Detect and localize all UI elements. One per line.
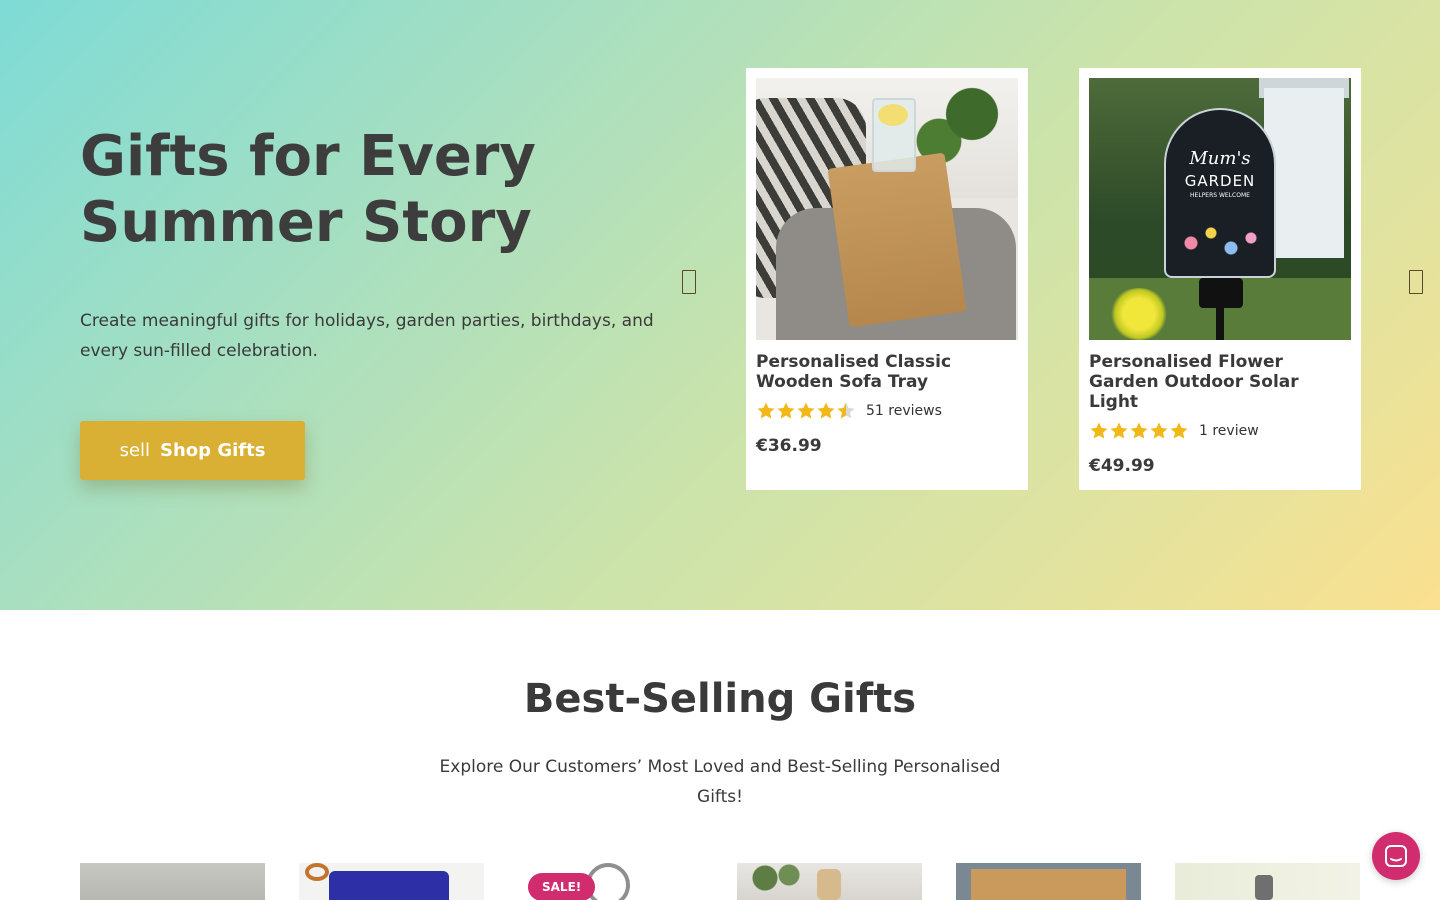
product-price: €36.99 <box>756 436 822 456</box>
product-thumbnail[interactable] <box>80 863 265 900</box>
star-icon <box>1149 421 1169 441</box>
carousel-prev-button[interactable] <box>675 264 703 300</box>
star-icon <box>816 401 836 421</box>
star-icon <box>1089 421 1109 441</box>
product-thumbnail[interactable] <box>956 863 1141 900</box>
sell-icon: sell <box>119 440 151 461</box>
sign-text: Mum's <box>1189 148 1251 169</box>
review-count[interactable]: 1 review <box>1199 423 1259 439</box>
chevron-right-icon <box>1409 270 1423 294</box>
product-thumbnail[interactable] <box>299 863 484 900</box>
product-price: €49.99 <box>1089 456 1155 476</box>
sign-text: GARDEN <box>1184 172 1256 190</box>
chat-icon <box>1385 845 1407 867</box>
star-icon <box>756 401 776 421</box>
review-count[interactable]: 51 reviews <box>866 403 942 419</box>
product-card[interactable]: Personalised Classic Wooden Sofa Tray 51… <box>746 68 1028 490</box>
hero-banner: Gifts for Every Summer Story Create mean… <box>0 0 1440 610</box>
star-icon <box>1129 421 1149 441</box>
shop-gifts-label: Shop Gifts <box>160 440 266 461</box>
star-icon <box>1169 421 1189 441</box>
section-subtitle: Explore Our Customers’ Most Loved and Be… <box>439 757 1001 807</box>
product-image[interactable] <box>756 78 1018 340</box>
product-image[interactable]: Mum's GARDEN HELPERS WELCOME <box>1089 78 1351 340</box>
star-icon <box>1109 421 1129 441</box>
section-title: Best-Selling Gifts <box>523 676 917 722</box>
sale-badge: SALE! <box>528 873 596 900</box>
product-title[interactable]: Personalised Flower Garden Outdoor Solar… <box>1089 352 1351 412</box>
product-thumbnail[interactable] <box>737 863 922 900</box>
star-rating <box>1089 421 1189 441</box>
hero-subtitle: Create meaningful gifts for holidays, ga… <box>80 311 654 361</box>
star-icon <box>776 401 796 421</box>
star-icon <box>796 401 816 421</box>
carousel-next-button[interactable] <box>1402 264 1430 300</box>
shop-gifts-button[interactable]: sell Shop Gifts <box>80 421 305 480</box>
sign-text: HELPERS WELCOME <box>1190 192 1250 199</box>
product-title[interactable]: Personalised Classic Wooden Sofa Tray <box>756 352 1018 392</box>
product-thumbnail[interactable] <box>1175 863 1360 900</box>
star-rating <box>756 401 856 421</box>
chevron-left-icon <box>682 270 696 294</box>
chat-button[interactable] <box>1372 832 1420 880</box>
product-card[interactable]: Mum's GARDEN HELPERS WELCOME Personalise… <box>1079 68 1361 490</box>
product-rating: 51 reviews <box>756 400 1018 422</box>
hero-title: Gifts for Every Summer Story <box>80 124 536 255</box>
star-icon <box>836 401 856 421</box>
product-rating: 1 review <box>1089 420 1351 442</box>
